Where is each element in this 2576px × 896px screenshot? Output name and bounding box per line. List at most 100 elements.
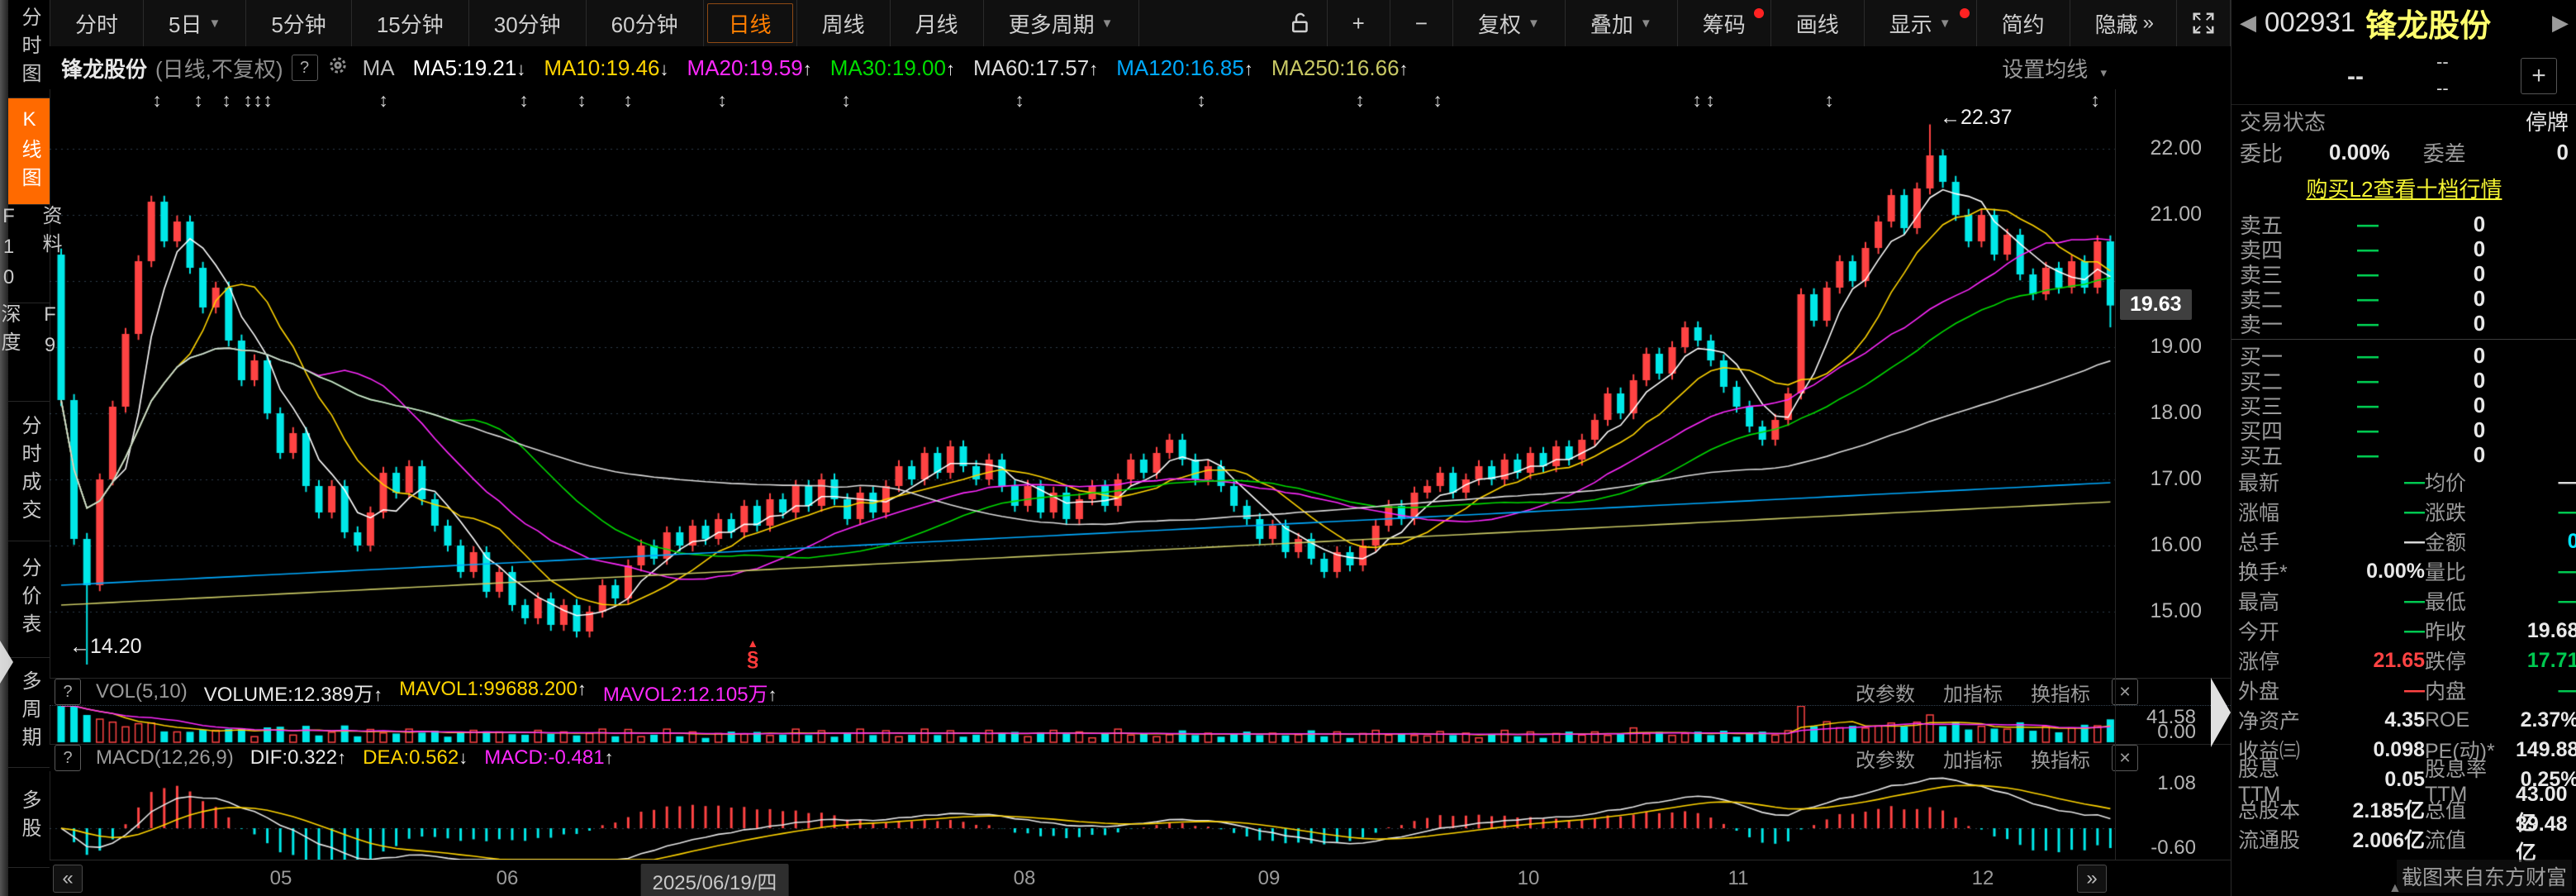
panel-collapse-arrow-icon[interactable] [2211, 678, 2231, 747]
period-low-annotation: ←14.20 [69, 635, 142, 659]
display-button[interactable]: 显示▼ [1865, 0, 1977, 46]
vol-legend-item: MAVOL2:12.105万↑ [603, 678, 777, 707]
vol-value: VOLUME:12.389万 [204, 684, 373, 706]
next-stock-icon[interactable]: ▶ [2544, 10, 2576, 36]
vol-action-改参数[interactable]: 改参数 [1856, 678, 1915, 707]
period-tab-5日[interactable]: 5日▼ [144, 0, 246, 46]
trend-arrow-icon: ↑ [1244, 59, 1253, 79]
ex-dividend-marker[interactable]: ▲§ [747, 638, 758, 670]
help-icon[interactable]: ? [55, 679, 81, 705]
sidebar-item-分价表[interactable]: 分价表 [8, 541, 50, 658]
event-marker-icon[interactable]: ↕ [1196, 89, 1206, 112]
sidebar-item-深度F9[interactable]: 深度F9 [8, 303, 50, 402]
period-tab-更多周期[interactable]: 更多周期▼ [984, 0, 1139, 46]
chip-distribution-button[interactable]: 筹码 [1678, 0, 1771, 46]
stat-value-量比: — [2516, 556, 2576, 586]
period-tab-30分钟[interactable]: 30分钟 [469, 0, 587, 46]
trend-arrow-icon: ↑ [1400, 59, 1409, 79]
app-window: 分时图K线图F10资料深度F9分时成交分价表多周期多股 分时5日▼5分钟15分钟… [0, 0, 2576, 896]
scroll-right-button[interactable]: » [2077, 865, 2107, 893]
macd-action-加指标[interactable]: 加指标 [1943, 744, 2003, 773]
sidebar-item-分时成交[interactable]: 分时成交 [8, 402, 50, 541]
simple-mode-button[interactable]: 简约 [1977, 0, 2070, 46]
ma-value: MA10:19.46 [544, 55, 659, 80]
ma-legend-item: MA10:19.46↓ [544, 55, 668, 81]
scroll-left-button[interactable]: « [53, 865, 83, 893]
sidebar-item-F10资料[interactable]: F10资料 [8, 205, 50, 303]
stat-value-换手*: 0.00% [2317, 556, 2425, 586]
chevron-down-icon: ▼ [1101, 17, 1114, 31]
gear-icon[interactable] [326, 54, 349, 83]
macd-action-换指标[interactable]: 换指标 [2031, 744, 2090, 773]
level-price: — [2306, 261, 2430, 287]
vol-action-换指标[interactable]: 换指标 [2031, 678, 2090, 707]
event-marker-icon[interactable]: ↕ [2090, 89, 2100, 112]
buy-l2-link[interactable]: 购买L2查看十档行情 [2231, 168, 2576, 212]
sidebar-collapse-arrow-icon[interactable] [0, 641, 13, 684]
event-marker-icon[interactable]: ↕ [243, 89, 253, 112]
event-marker-icon[interactable]: ↕ [1433, 89, 1442, 112]
period-tab-周线[interactable]: 周线 [797, 0, 891, 46]
period-tab-15分钟[interactable]: 15分钟 [352, 0, 469, 46]
help-icon[interactable]: ? [55, 745, 81, 771]
zoom-in-button[interactable]: + [1328, 0, 1390, 46]
event-marker-icon[interactable]: ↕ [1824, 89, 1834, 112]
chevron-down-icon: ▼ [1939, 17, 1951, 31]
ma-settings-button[interactable]: 设置均线 ▾ [2002, 53, 2107, 83]
draw-line-button[interactable]: 画线 [1771, 0, 1865, 46]
help-icon[interactable]: ? [292, 55, 318, 81]
event-marker-icon[interactable]: ↕ [1015, 89, 1024, 112]
fuquan-button[interactable]: 复权▼ [1453, 0, 1566, 46]
ma-value: MA20:19.59 [687, 55, 803, 80]
period-tab-日线[interactable]: 日线 [704, 0, 797, 46]
event-marker-icon[interactable]: ↕ [717, 89, 727, 112]
add-to-watchlist-button[interactable]: + [2521, 58, 2557, 94]
period-tab-60分钟[interactable]: 60分钟 [587, 0, 704, 46]
hide-button[interactable]: 隐藏» [2070, 0, 2177, 46]
event-marker-icon[interactable]: ↕ [1355, 89, 1365, 112]
trend-arrow-icon: ↑ [1089, 59, 1098, 79]
stat-label-金额: 金额 [2425, 527, 2516, 556]
level-price: — [2306, 368, 2430, 393]
event-marker-icon[interactable]: ↕ [1705, 89, 1715, 112]
lock-icon[interactable] [1274, 0, 1328, 46]
prev-stock-icon[interactable]: ◀ [2231, 10, 2265, 36]
event-marker-icon[interactable]: ↕ [221, 89, 231, 112]
ma-value: MA30:19.00 [830, 55, 946, 80]
trend-arrow-icon: ↓ [459, 747, 468, 768]
sidebar-item-多股[interactable]: 多股 [8, 768, 50, 868]
level-quantity: 0 [2430, 417, 2529, 443]
level-price: — [2306, 286, 2430, 312]
period-toolbar: 分时5日▼5分钟15分钟30分钟60分钟日线周线月线更多周期▼ + − 复权▼ … [50, 0, 2231, 47]
quote-level-row: 卖五—0 [2231, 212, 2576, 236]
event-marker-icon[interactable]: ↕ [193, 89, 203, 112]
event-marker-icon[interactable]: ↕ [577, 89, 587, 112]
period-tab-月线[interactable]: 月线 [891, 0, 984, 46]
stat-value-最低: — [2516, 586, 2576, 616]
fullscreen-icon[interactable] [2177, 0, 2231, 46]
period-tab-5分钟[interactable]: 5分钟 [246, 0, 351, 46]
quote-level-row: 买五—0 [2231, 442, 2576, 467]
trend-arrow-icon: ↑ [946, 59, 955, 79]
quote-level-row: 卖二—0 [2231, 286, 2576, 311]
event-marker-icon[interactable]: ↕ [152, 89, 162, 112]
panel-resize-handle-icon[interactable]: ▲ [2388, 881, 2402, 896]
vol-action-加指标[interactable]: 加指标 [1943, 678, 2003, 707]
event-marker-icon[interactable]: ↕ [623, 89, 633, 112]
macd-action-改参数[interactable]: 改参数 [1856, 744, 1915, 773]
event-marker-icon[interactable]: ↕ [263, 89, 273, 112]
quote-level-row: 卖三—0 [2231, 261, 2576, 286]
level-price: — [2306, 417, 2430, 443]
overlay-button[interactable]: 叠加▼ [1566, 0, 1678, 46]
zoom-out-button[interactable]: − [1390, 0, 1453, 46]
sidebar-item-分时图[interactable]: 分时图 [8, 0, 50, 98]
event-marker-icon[interactable]: ↕ [253, 89, 263, 112]
sidebar-item-K线图[interactable]: K线图 [8, 98, 50, 205]
event-marker-icon[interactable]: ↕ [378, 89, 388, 112]
period-tab-分时[interactable]: 分时 [50, 0, 144, 46]
quote-level-row: 买一—0 [2231, 343, 2576, 368]
event-marker-icon[interactable]: ↕ [841, 89, 851, 112]
sidebar-item-多周期[interactable]: 多周期 [8, 658, 50, 768]
event-marker-icon[interactable]: ↕ [1692, 89, 1702, 112]
event-marker-icon[interactable]: ↕ [519, 89, 529, 112]
